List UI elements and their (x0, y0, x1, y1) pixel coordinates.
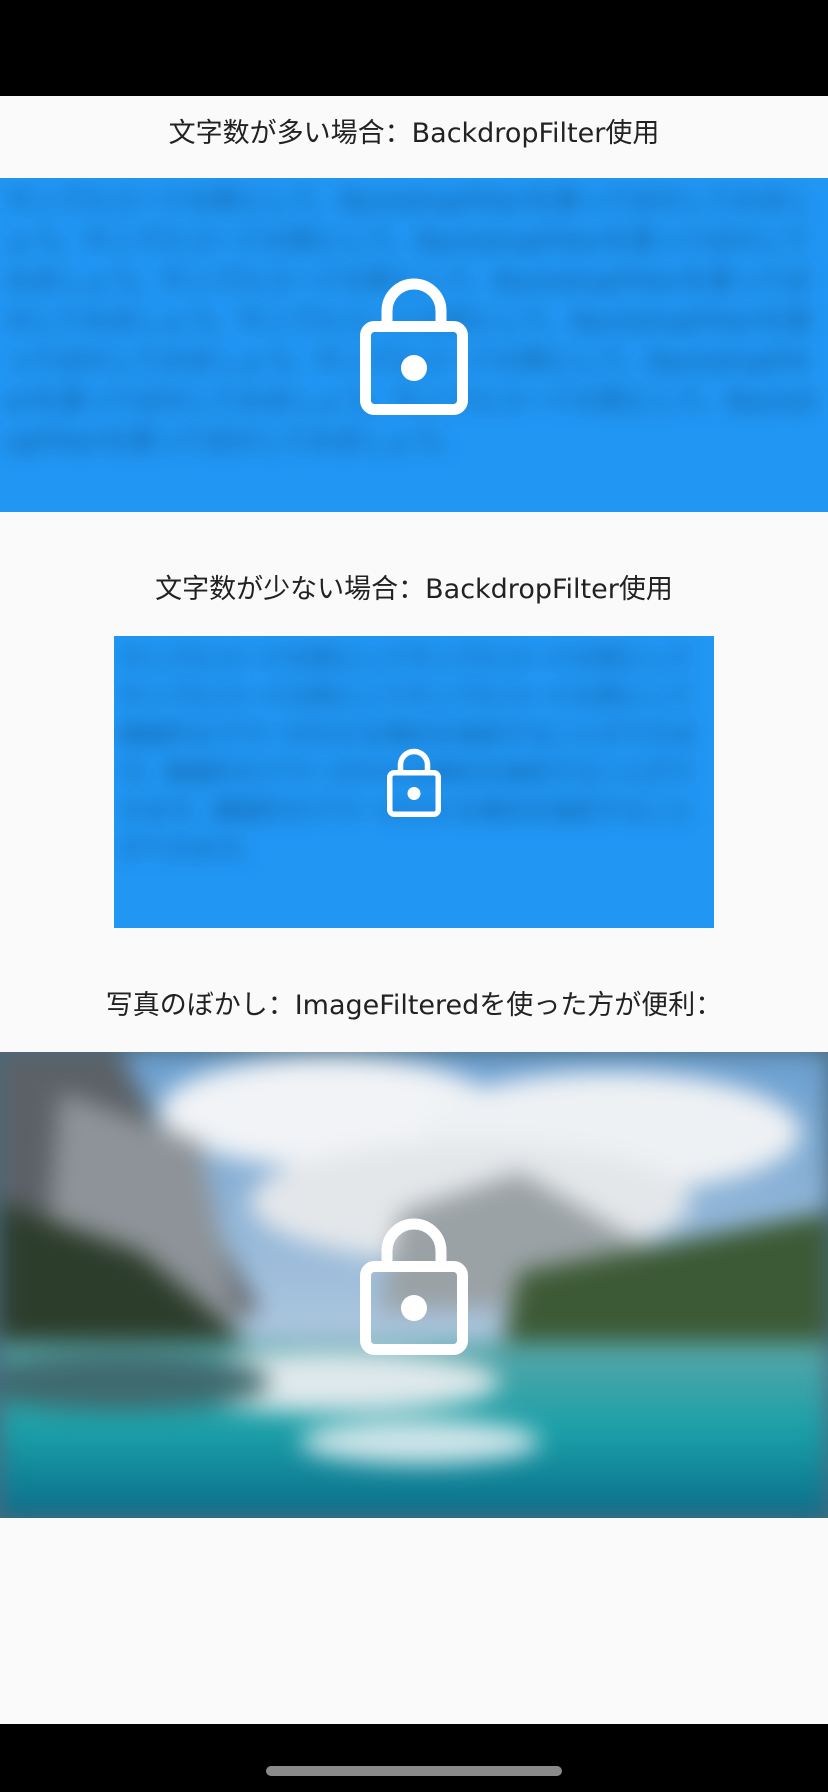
home-indicator[interactable] (266, 1766, 562, 1776)
section-title-photo-blur: 写真のぼかし：ImageFilteredを使った方が便利： (105, 990, 723, 1021)
section-title-few-chars: 文字数が少ない場合：BackdropFilter使用 (155, 574, 673, 605)
backdrop-blur-panel-large: サンプルコードの例として、BackdropFilterを使ってぼかしてみましょう… (0, 178, 828, 512)
lock-icon (360, 1215, 468, 1355)
navigation-bar (0, 1724, 828, 1792)
app-screen: 文字数が多い場合：BackdropFilter使用 サンプルコードの例として、B… (0, 0, 828, 1792)
lock-icon (387, 747, 441, 817)
blurred-photo-panel (0, 1052, 828, 1518)
section-title-many-chars: 文字数が多い場合：BackdropFilter使用 (168, 118, 660, 149)
backdrop-blur-panel-small: サンプルコードの例としてサンプルコードの例としてサンプルコードの例としてサンプル… (114, 636, 714, 928)
lock-icon (360, 275, 468, 415)
status-bar (0, 0, 828, 96)
scroll-content[interactable]: 文字数が多い場合：BackdropFilter使用 サンプルコードの例として、B… (0, 96, 828, 1724)
